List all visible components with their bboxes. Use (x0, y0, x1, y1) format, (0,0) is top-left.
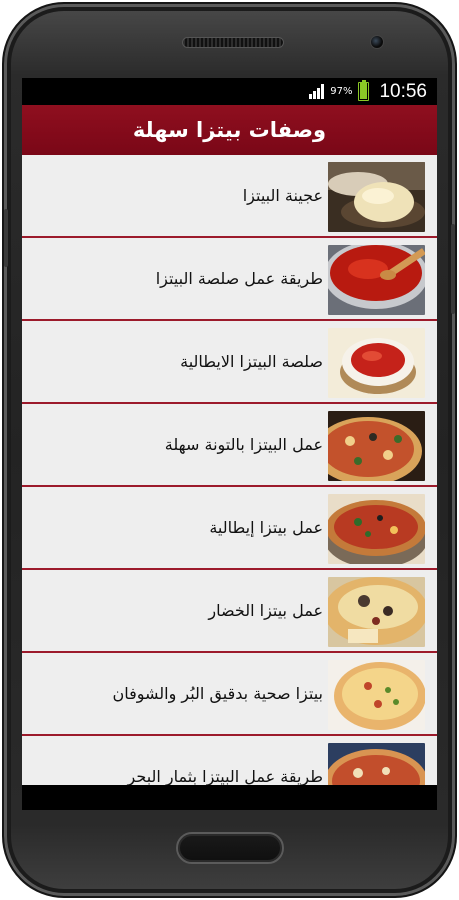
seafood-pizza-photo (328, 743, 425, 785)
home-button[interactable] (176, 832, 284, 864)
list-item-label: صلصة البيتزا الايطالية (180, 352, 323, 371)
list-item-label: طريقة عمل صلصة البيتزا (155, 269, 323, 288)
app-title: وصفات بيتزا سهلة (132, 118, 327, 142)
healthy-pizza-photo (328, 660, 425, 730)
device-screen: 97% 10:56 وصفات بيتزا سهلة عجينة البيتزا… (22, 78, 437, 810)
list-item[interactable]: صلصة البيتزا الايطالية (22, 321, 437, 404)
list-item-label: بيتزا صحية بدقيق البُر والشوفان (112, 684, 323, 703)
signal-bars-icon (309, 84, 325, 99)
list-item[interactable]: عجينة البيتزا (22, 155, 437, 238)
list-item[interactable]: عمل البيتزا بالتونة سهلة (22, 404, 437, 487)
pizza-dough-photo (328, 162, 425, 232)
front-camera (370, 35, 384, 49)
power-button (451, 224, 455, 314)
earpiece-speaker (182, 37, 284, 48)
list-item[interactable]: بيتزا صحية بدقيق البُر والشوفان (22, 653, 437, 736)
battery-icon (358, 80, 370, 101)
vegetable-pizza-photo (328, 577, 425, 647)
list-item-label: عمل بيتزا الخضار (208, 601, 323, 620)
list-item-label: طريقة عمل البيتزا بثمار البحر (127, 767, 323, 785)
tuna-pizza-photo (328, 411, 425, 481)
list-item-label: عمل بيتزا إيطالية (209, 518, 323, 537)
battery-percent: 97% (330, 86, 353, 97)
sauce-bowl-photo (328, 328, 425, 398)
battery-fill (360, 82, 368, 99)
app-bar: وصفات بيتزا سهلة (22, 105, 437, 155)
sauce-pot-photo (328, 245, 425, 315)
list-item[interactable]: عمل بيتزا إيطالية (22, 487, 437, 570)
list-item[interactable]: عمل بيتزا الخضار (22, 570, 437, 653)
list-item-label: عجينة البيتزا (242, 186, 323, 205)
list-item[interactable]: طريقة عمل صلصة البيتزا (22, 238, 437, 321)
list-item-label: عمل البيتزا بالتونة سهلة (164, 435, 323, 454)
status-bar: 97% 10:56 (22, 78, 437, 105)
status-clock: 10:56 (379, 80, 427, 102)
recipe-list[interactable]: عجينة البيتزا طريقة عمل صلصة البيتزا صلص… (22, 155, 437, 785)
volume-button (4, 209, 8, 267)
italian-pizza-photo (328, 494, 425, 564)
screen-bottom-bar (22, 785, 437, 810)
list-item[interactable]: طريقة عمل البيتزا بثمار البحر (22, 736, 437, 785)
